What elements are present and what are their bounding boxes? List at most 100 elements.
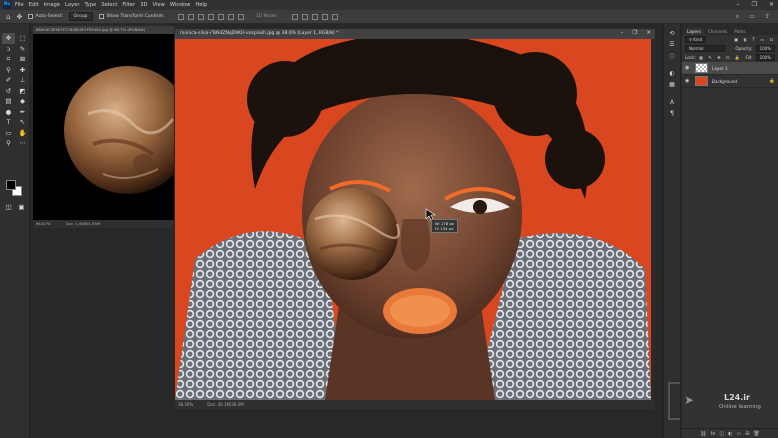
hand-tool-icon[interactable]: ✋ — [16, 128, 29, 139]
align-center-icon[interactable] — [217, 13, 224, 20]
doc-close-icon[interactable]: ✕ — [646, 30, 651, 36]
align-middle-icon[interactable] — [187, 13, 194, 20]
menu-3d[interactable]: 3D — [140, 2, 147, 8]
adjustment-layer-icon[interactable]: ◐ — [728, 431, 732, 437]
3d-roll-icon[interactable] — [301, 13, 308, 20]
menu-file[interactable]: File — [15, 2, 24, 8]
menu-window[interactable]: Window — [170, 2, 190, 8]
portrait-canvas[interactable]: W: 178 px H: 134 px — [175, 39, 651, 400]
add-mask-icon[interactable]: ◫ — [719, 431, 724, 437]
dodge-tool-icon[interactable]: ● — [2, 107, 15, 118]
filter-icons[interactable]: ▣ ◐ T ▭ ⊡ — [734, 37, 775, 42]
opacity-input[interactable]: 100% — [755, 45, 775, 52]
type-tool-icon[interactable]: T — [2, 117, 15, 128]
visibility-eye-icon[interactable]: ◉ — [685, 65, 691, 71]
group-icon[interactable]: ▭ — [736, 431, 741, 437]
brush-tool-icon[interactable]: ✐ — [2, 75, 15, 86]
layer-row-background[interactable]: ◉ Background 🔒 — [682, 75, 778, 88]
eraser-tool-icon[interactable]: ◩ — [16, 86, 29, 97]
adjustments-panel-icon[interactable]: ◐ — [664, 70, 680, 80]
gradient-tool-icon[interactable]: ▤ — [2, 96, 15, 107]
character-panel-icon[interactable]: A — [664, 99, 680, 109]
new-layer-icon[interactable]: ⊞ — [745, 431, 749, 437]
tab-layers[interactable]: Layers — [684, 28, 704, 35]
3d-rotate-icon[interactable] — [291, 13, 298, 20]
trash-icon[interactable]: 🗑 — [753, 431, 759, 437]
menu-image[interactable]: Image — [44, 2, 60, 8]
layer-row-layer-1[interactable]: ◉ Layer 1 — [682, 62, 778, 75]
screen-mode-icon[interactable]: ▣ — [15, 202, 28, 213]
history-brush-icon[interactable]: ↺ — [2, 86, 15, 97]
workspace-icon[interactable]: ▭ — [749, 13, 755, 21]
shape-tool-icon[interactable]: ▭ — [2, 128, 15, 139]
quick-select-tool-icon[interactable]: ✎ — [16, 44, 29, 55]
document-tab-planet[interactable]: 6890AC3E9EFFC780650F2FE9404.jpg @ 66.7% … — [33, 26, 174, 34]
visibility-eye-icon[interactable]: ◉ — [685, 78, 691, 84]
path-select-tool-icon[interactable]: ↖ — [16, 117, 29, 128]
lasso-tool-icon[interactable]: ↄ — [2, 44, 15, 55]
auto-select-checkbox[interactable]: Auto-Select: — [28, 14, 63, 19]
fill-input[interactable]: 100% — [755, 54, 775, 61]
3d-pan-icon[interactable] — [311, 13, 318, 20]
menu-layer[interactable]: Layer — [65, 2, 79, 8]
color-swatches[interactable] — [6, 180, 24, 198]
search-icon[interactable]: ⌕ — [736, 13, 739, 21]
align-left-icon[interactable] — [207, 13, 214, 20]
menu-edit[interactable]: Edit — [29, 2, 39, 8]
healing-tool-icon[interactable]: ✚ — [16, 65, 29, 76]
quick-mask-icon[interactable]: ◫ — [2, 202, 15, 213]
foreground-color-swatch[interactable] — [6, 180, 16, 190]
lock-icon[interactable]: 🔒 — [769, 79, 775, 84]
link-layers-icon[interactable]: ⛓ — [700, 431, 706, 437]
history-panel-icon[interactable]: ⟲ — [664, 30, 680, 40]
auto-select-dropdown[interactable]: Group — [69, 12, 94, 21]
home-icon[interactable]: ⌂ — [6, 13, 10, 21]
document-tab-portrait[interactable]: monica-silva-rTsN4ZNqD9KU-unsplash.jpg @… — [175, 29, 655, 39]
move-tool-icon[interactable]: ✥ — [2, 33, 15, 44]
tab-channels[interactable]: Channels — [705, 28, 730, 35]
kind-filter-select[interactable]: ⚲ Kind — [685, 36, 707, 43]
blend-mode-select[interactable]: Normal — [685, 45, 725, 52]
stamp-tool-icon[interactable]: ⊥ — [16, 75, 29, 86]
menu-filter[interactable]: Filter — [122, 2, 135, 8]
layer-style-icon[interactable]: fx — [711, 431, 716, 437]
doc-restore-icon[interactable]: ❐ — [632, 30, 637, 36]
more-tools-icon[interactable]: ⋯ — [16, 138, 29, 149]
share-icon[interactable]: ⇪ — [765, 13, 770, 21]
eyedropper-tool-icon[interactable]: ⚲ — [2, 65, 15, 76]
align-bottom-icon[interactable] — [197, 13, 204, 20]
3d-scale-icon[interactable] — [331, 13, 338, 20]
tab-paths[interactable]: Paths — [731, 28, 748, 35]
distribute-icon[interactable] — [237, 13, 244, 20]
align-right-icon[interactable] — [227, 13, 234, 20]
menu-help[interactable]: Help — [195, 2, 207, 8]
restore-icon[interactable]: ❐ — [752, 1, 757, 8]
frame-tool-icon[interactable]: ⊠ — [16, 54, 29, 65]
pen-tool-icon[interactable]: ✒ — [16, 107, 29, 118]
menu-select[interactable]: Select — [101, 2, 117, 8]
move-tool-icon[interactable]: ✥ — [16, 13, 22, 21]
properties-panel-icon[interactable]: ☰ — [664, 41, 680, 51]
lock-icons[interactable]: ▦ ✎ ✥ ⊡ 🔒 — [699, 55, 742, 61]
doc-minimize-icon[interactable]: – — [621, 30, 624, 36]
close-icon[interactable]: ✕ — [769, 1, 774, 8]
zoom-level[interactable]: 66.67% — [36, 221, 50, 226]
layer-name[interactable]: Background — [712, 79, 737, 84]
paragraph-panel-icon[interactable]: ¶ — [664, 110, 680, 120]
menu-view[interactable]: View — [153, 2, 165, 8]
3d-slide-icon[interactable] — [321, 13, 328, 20]
info-panel-icon[interactable]: ⓘ — [664, 52, 680, 62]
minimize-icon[interactable]: – — [737, 1, 740, 8]
vertical-scrollbar[interactable] — [651, 39, 655, 400]
layer-name[interactable]: Layer 1 — [712, 66, 728, 71]
marquee-tool-icon[interactable]: ⬚ — [16, 33, 29, 44]
zoom-tool-icon[interactable]: ⚲ — [2, 138, 15, 149]
swatches-panel-icon[interactable]: ▦ — [664, 81, 680, 91]
blur-tool-icon[interactable]: ◆ — [16, 96, 29, 107]
transform-controls-checkbox[interactable]: Show Transform Controls — [99, 14, 164, 19]
crop-tool-icon[interactable]: ⌗ — [2, 54, 15, 65]
menu-type[interactable]: Type — [84, 2, 96, 8]
align-top-icon[interactable] — [177, 13, 184, 20]
zoom-level[interactable]: 38.59% — [178, 400, 193, 409]
planet-canvas[interactable] — [33, 34, 174, 220]
